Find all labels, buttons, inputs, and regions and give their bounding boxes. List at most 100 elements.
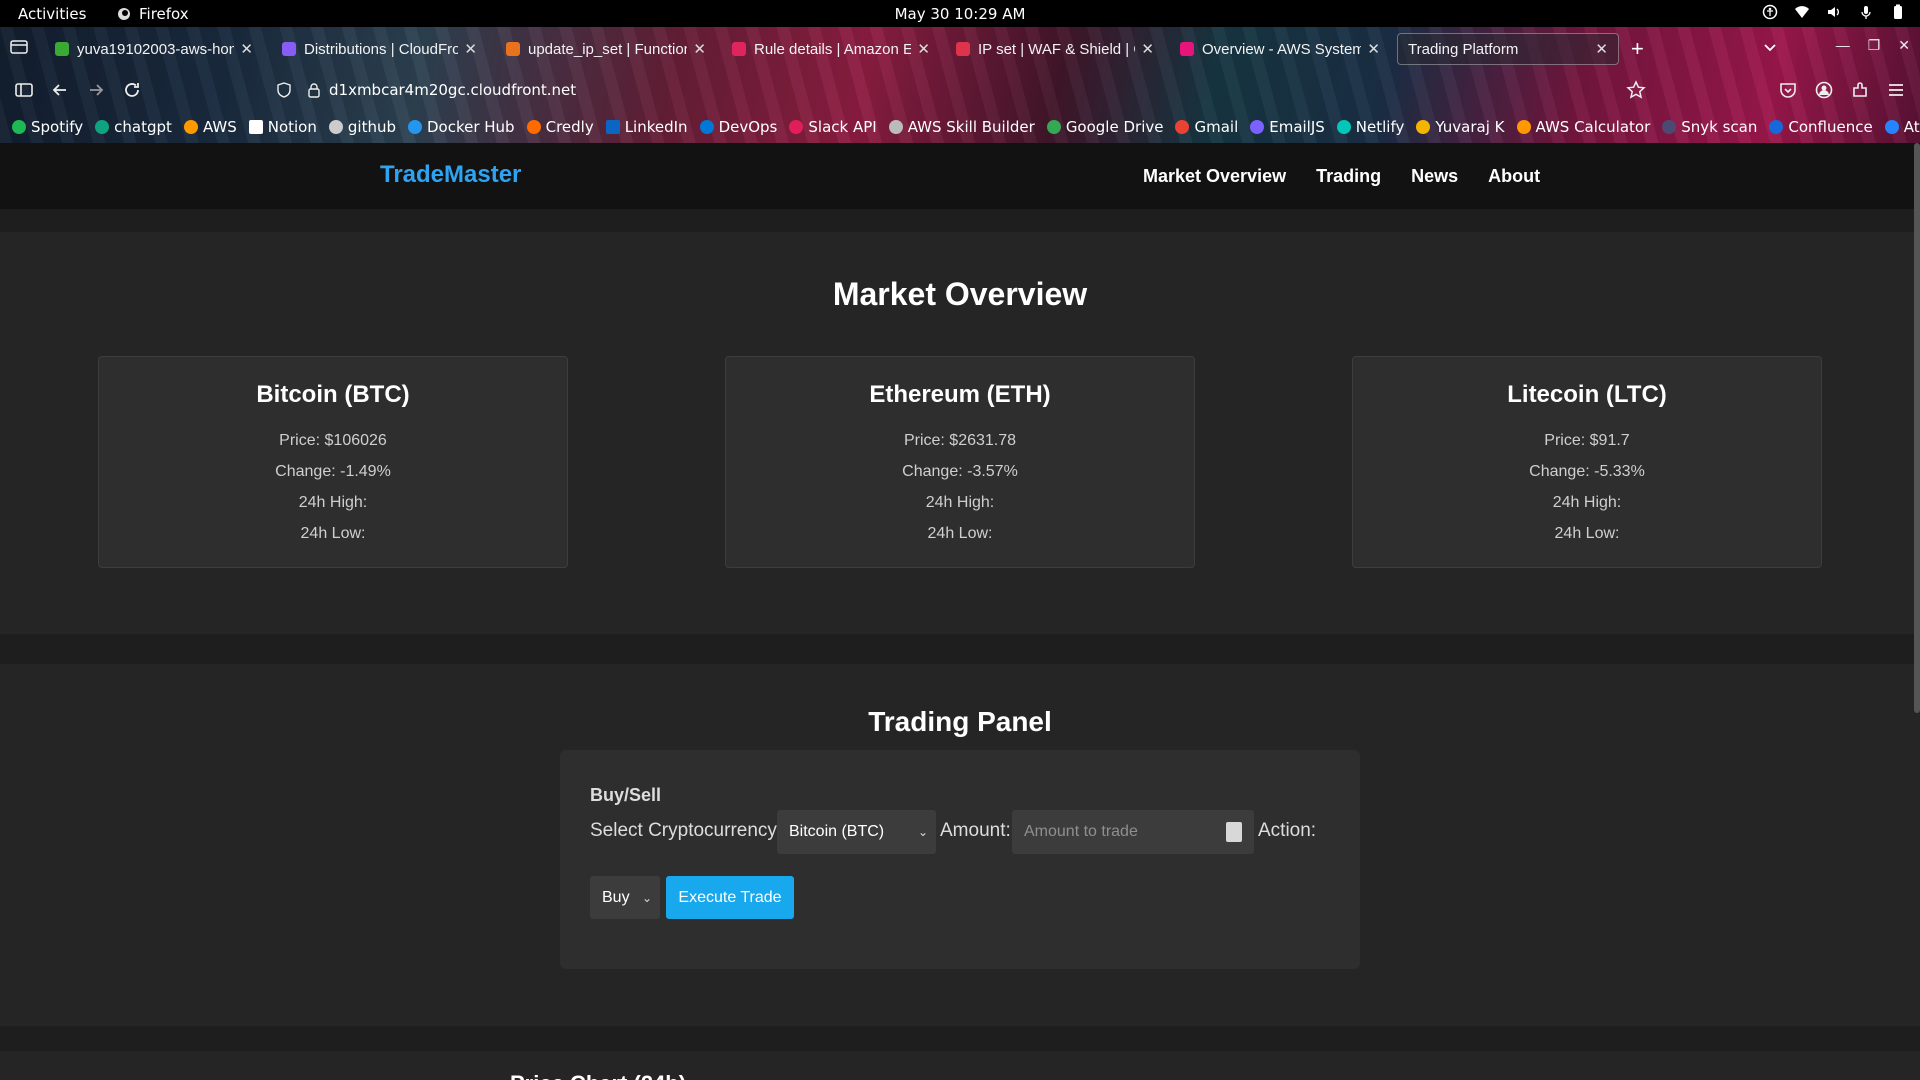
nav-trading[interactable]: Trading (1316, 166, 1381, 187)
restore-icon[interactable]: ❐ (1868, 37, 1881, 54)
action-select[interactable]: Buy ⌄ (590, 876, 660, 919)
aws-icon (183, 119, 198, 134)
price-chart-section: Price Chart (24h) (0, 1051, 1920, 1080)
bookmark-item[interactable]: Spotify (12, 118, 83, 136)
bookmark-item[interactable]: Google Drive (1046, 118, 1163, 136)
bookmark-item[interactable]: AWS Calculator (1516, 118, 1650, 136)
shield-icon[interactable] (276, 82, 292, 98)
tab-overview-icon[interactable] (10, 39, 28, 55)
app-name: Firefox (139, 5, 189, 23)
tab-close-icon[interactable]: ✕ (917, 40, 930, 58)
list-all-tabs-icon[interactable] (1762, 39, 1778, 55)
extensions-icon[interactable] (1850, 80, 1870, 100)
bookmark-label: chatgpt (114, 117, 172, 136)
app-menu[interactable]: Firefox (116, 5, 189, 23)
bookmark-item[interactable]: DevOps (699, 118, 777, 136)
tab[interactable]: yuva19102003-aws-hone ✕ (45, 33, 263, 65)
number-spinner-icon[interactable] (1226, 822, 1242, 842)
tab[interactable]: update_ip_set | Function ✕ (496, 33, 716, 65)
bookmark-item[interactable]: Credly (526, 118, 594, 136)
account-icon[interactable] (1814, 80, 1834, 100)
coin-card-ltc: Litecoin (LTC) Price: $91.7 Change: -5.3… (1352, 356, 1822, 568)
site-logo[interactable]: TradeMaster (380, 161, 521, 189)
pocket-icon[interactable] (1778, 80, 1798, 100)
navigation-toolbar: d1xmbcar4m20gc.cloudfront.net (0, 70, 1920, 110)
tab[interactable]: Overview - AWS Systems ✕ (1170, 33, 1390, 65)
new-tab-icon[interactable]: + (1631, 36, 1644, 62)
bookmark-item[interactable]: chatgpt (95, 118, 172, 136)
trade-form: Buy/Sell Select Cryptocurrency: Bitcoin … (560, 750, 1360, 969)
bookmark-item[interactable]: Notion (248, 118, 317, 136)
close-window-icon[interactable]: ✕ (1898, 37, 1910, 54)
clock[interactable]: May 30 10:29 AM (0, 5, 1920, 23)
battery-icon[interactable] (1890, 4, 1906, 20)
linkedin-icon (605, 119, 620, 134)
sidebar-icon[interactable] (14, 80, 34, 100)
tab-close-icon[interactable]: ✕ (464, 40, 477, 58)
accessibility-icon[interactable] (1762, 4, 1778, 20)
lock-icon[interactable] (306, 82, 322, 98)
web-page: TradeMaster Market Overview Trading News… (0, 143, 1920, 1080)
bookmark-label: Atlassian Home (1903, 117, 1920, 136)
execute-trade-button[interactable]: Execute Trade (666, 876, 794, 919)
tab[interactable]: Rule details | Amazon Eve ✕ (722, 33, 940, 65)
nav-about[interactable]: About (1488, 166, 1540, 187)
bookmark-item[interactable]: Yuvaraj K (1416, 118, 1505, 136)
bookmark-item[interactable]: Gmail (1175, 118, 1238, 136)
bookmark-star-icon[interactable] (1626, 80, 1646, 100)
bookmark-item[interactable]: Slack API (789, 118, 877, 136)
forward-icon[interactable] (86, 80, 106, 100)
bookmark-item[interactable]: AWS Skill Builder (888, 118, 1035, 136)
bookmark-item[interactable]: Netlify (1336, 117, 1405, 136)
coin-card-eth: Ethereum (ETH) Price: $2631.78 Change: -… (725, 356, 1195, 568)
system-tray[interactable] (1762, 4, 1906, 20)
tab-close-icon[interactable]: ✕ (1367, 40, 1380, 58)
bookmark-item[interactable]: AWS (183, 118, 237, 136)
url-security-icons (276, 82, 322, 98)
bookmark-item[interactable]: Snyk scan (1662, 118, 1757, 136)
tab-active[interactable]: Trading Platform ✕ (1397, 33, 1619, 65)
url-bar[interactable]: d1xmbcar4m20gc.cloudfront.net (329, 81, 576, 99)
nav-market-overview[interactable]: Market Overview (1143, 166, 1286, 187)
tab[interactable]: IP set | WAF & Shield | Glo ✕ (946, 33, 1164, 65)
tab-close-icon[interactable]: ✕ (1141, 40, 1154, 58)
amount-input[interactable]: Amount to trade (1012, 810, 1254, 854)
tab-close-icon[interactable]: ✕ (693, 40, 706, 58)
bookmark-label: Netlify (1355, 117, 1405, 136)
activities-button[interactable]: Activities (18, 5, 86, 23)
bookmark-label: Spotify (31, 117, 84, 136)
crypto-select[interactable]: Bitcoin (BTC) ⌄ (777, 810, 936, 854)
back-icon[interactable] (50, 80, 70, 100)
bookmark-item[interactable]: Atlassian Home (1884, 117, 1920, 136)
volume-icon[interactable] (1826, 4, 1842, 20)
tab-close-icon[interactable]: ✕ (240, 40, 253, 58)
bookmark-item[interactable]: Confluence (1769, 118, 1873, 136)
google-drive-icon (1046, 119, 1061, 134)
bookmark-item[interactable]: LinkedIn (605, 118, 688, 136)
tab-title: Distributions | CloudFron (304, 40, 459, 58)
coin-price: Price: $2631.78 (903, 432, 1017, 449)
coin-name: Bitcoin (BTC) (256, 381, 410, 408)
tab-favicon-icon (55, 42, 69, 56)
menu-icon[interactable] (1886, 80, 1906, 100)
market-overview-section: Market Overview Bitcoin (BTC) Price: $10… (0, 232, 1920, 634)
bookmark-label: EmailJS (1269, 117, 1325, 136)
netlify-icon (1336, 119, 1351, 134)
microphone-icon[interactable] (1858, 4, 1874, 20)
tab-title: Trading Platform (1408, 40, 1519, 58)
bookmark-item[interactable]: EmailJS (1250, 118, 1325, 136)
page-scrollbar[interactable] (1914, 143, 1920, 713)
reload-icon[interactable] (122, 80, 142, 100)
confluence-icon (1769, 119, 1784, 134)
coin-high: 24h High: (1552, 494, 1622, 511)
tab[interactable]: Distributions | CloudFron ✕ (272, 33, 487, 65)
coin-high: 24h High: (298, 494, 368, 511)
crypto-select-value: Bitcoin (BTC) (789, 823, 885, 840)
bookmark-item[interactable]: github (328, 118, 396, 136)
tab-close-icon[interactable]: ✕ (1595, 40, 1608, 58)
bookmark-item[interactable]: Docker Hub (407, 118, 515, 136)
nav-news[interactable]: News (1411, 166, 1458, 187)
minimize-icon[interactable]: — (1836, 37, 1850, 54)
coin-change: Change: -5.33% (1529, 463, 1645, 480)
wifi-icon[interactable] (1794, 4, 1810, 20)
